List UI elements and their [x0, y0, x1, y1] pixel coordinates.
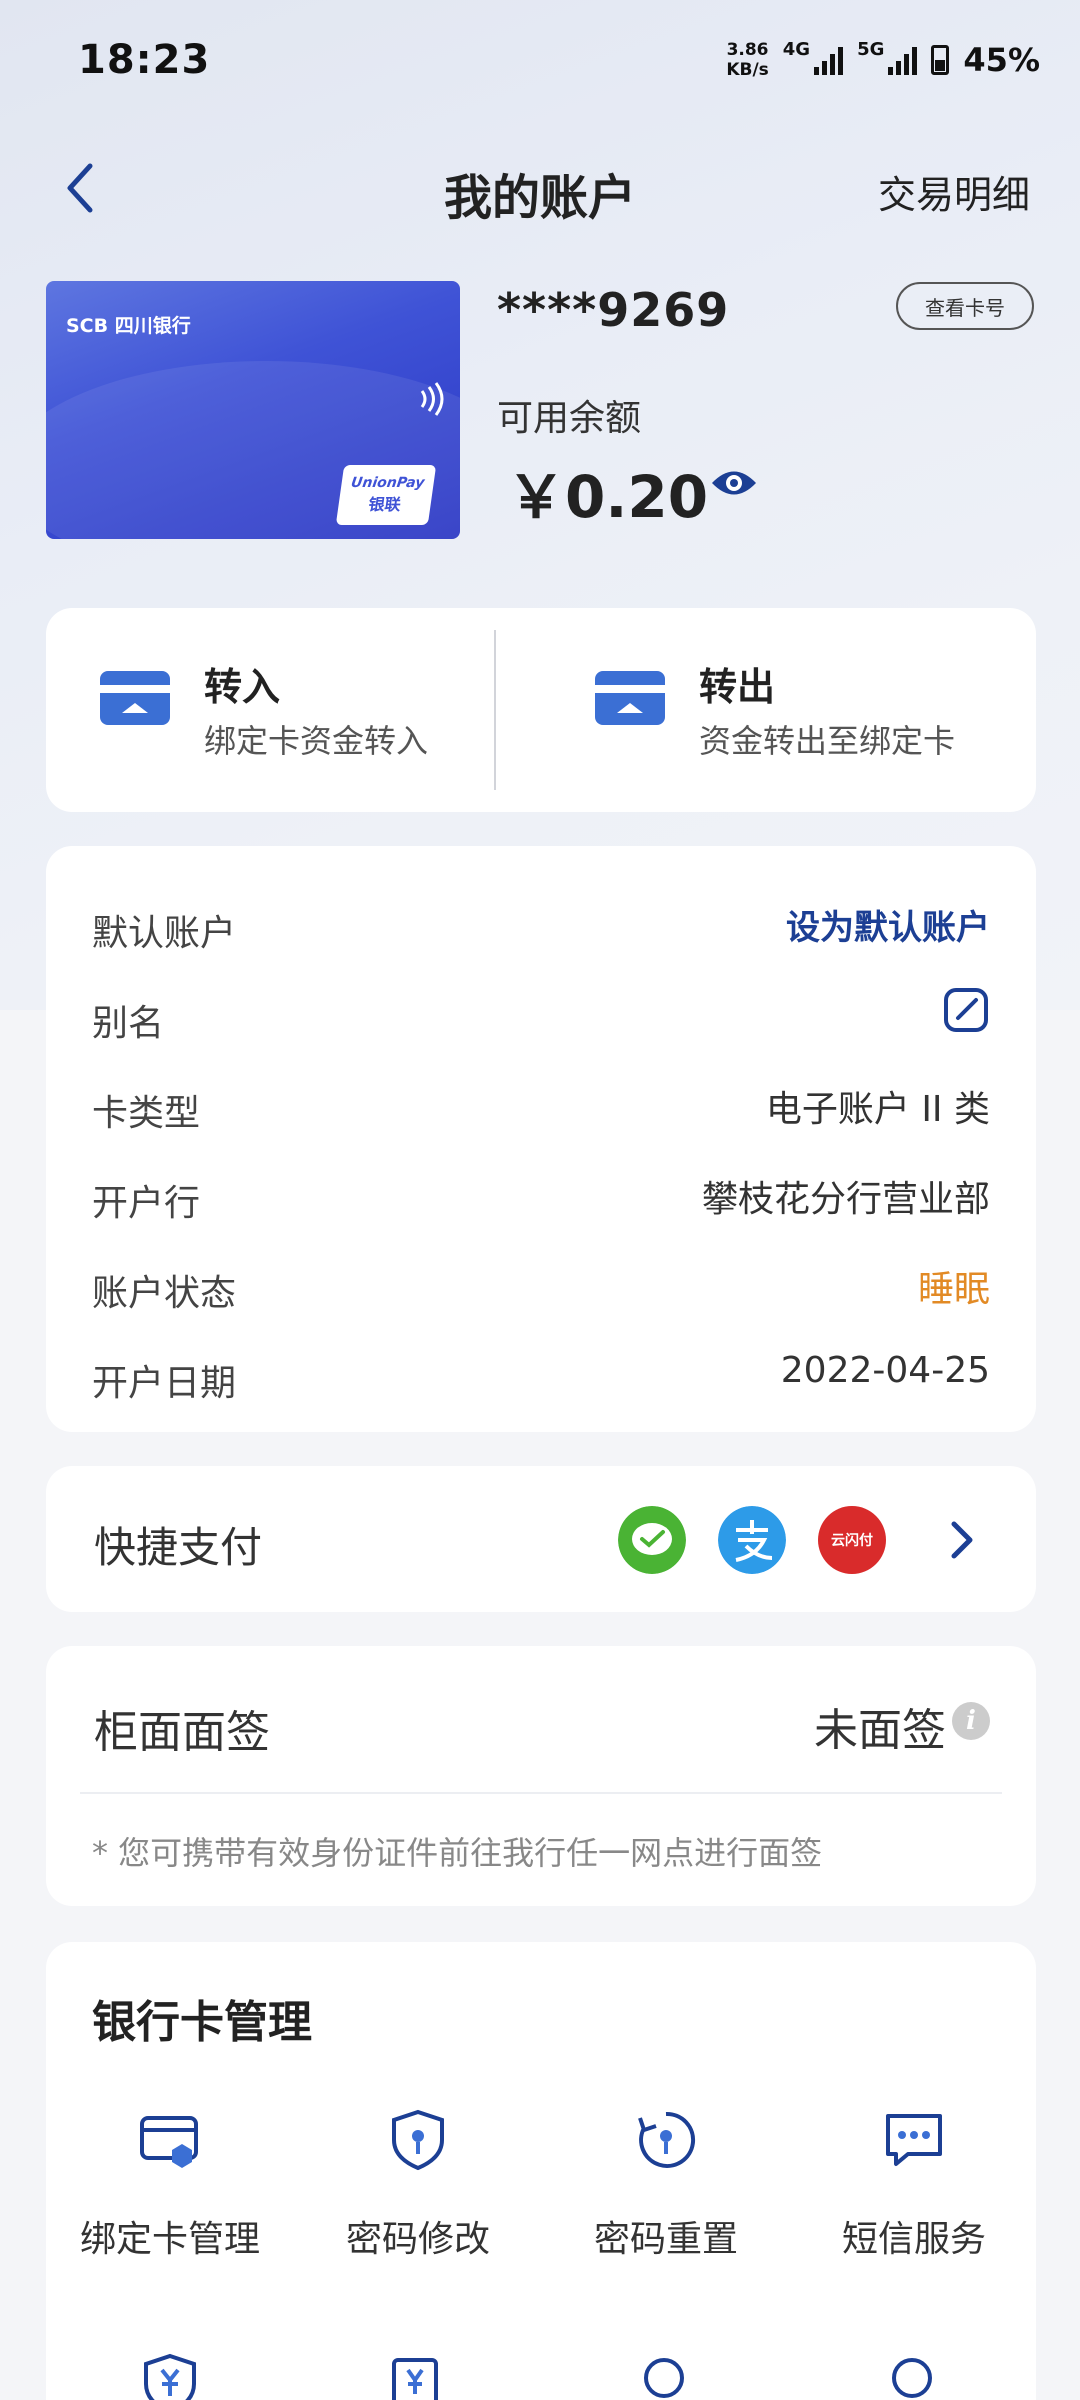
contactless-icon — [420, 382, 444, 416]
quick-pay-row[interactable]: 快捷支付 云闪付 — [46, 1466, 1036, 1612]
card-number: ****9269 — [497, 283, 730, 337]
battery-percent: 45% — [963, 41, 1040, 79]
bound-card-management-label: 绑定卡管理 — [79, 2219, 260, 2260]
bound-card-icon — [140, 2116, 198, 2168]
set-default-account-link[interactable]: 设为默认账户 — [786, 900, 990, 949]
account-info-panel: 默认账户 设为默认账户 别名 卡类型 电子账户 II 类 开户行 攀枝花分行营业… — [46, 846, 1036, 1432]
transfer-out-button[interactable]: 转出 资金转出至绑定卡 — [541, 608, 1001, 812]
message-icon — [886, 2114, 942, 2166]
search-icon — [892, 2358, 932, 2398]
status-time: 18:23 — [78, 37, 211, 83]
counter-sign-note: * 您可携带有效身份证件前往我行任一网点进行面签 — [92, 1834, 823, 1872]
sms-service-button[interactable]: 短信服务 — [790, 2108, 1038, 2262]
eye-icon — [712, 471, 756, 495]
bound-card-management-button[interactable]: 绑定卡管理 — [46, 2108, 294, 2262]
manage-item-7[interactable] — [542, 2352, 790, 2400]
sim2-label: 5G — [857, 39, 885, 60]
battery-icon — [931, 45, 950, 75]
edit-alias-button[interactable] — [942, 986, 990, 1034]
card-type-value: 电子账户 II 类 — [765, 1089, 990, 1130]
account-status-value: 睡眠 — [917, 1269, 990, 1310]
sim1-label: 4G — [782, 39, 811, 60]
edit-icon — [944, 988, 988, 1032]
open-date-label: 开户日期 — [92, 1363, 237, 1404]
status-icons: 3.86 KB/s 4G 5G 45% — [726, 39, 1040, 80]
branch-row: 开户行 攀枝花分行营业部 — [92, 1166, 990, 1226]
bank-logo: SCB 四川银行 — [66, 311, 191, 338]
alias-label: 别名 — [92, 1003, 165, 1044]
sim2-signal-icon: 5G — [857, 39, 918, 75]
card-in-icon — [100, 671, 170, 725]
account-status-row: 账户状态 睡眠 — [92, 1256, 990, 1316]
password-change-label: 密码修改 — [345, 2219, 490, 2260]
transfer-out-title: 转出 — [699, 665, 776, 709]
transfer-out-desc: 资金转出至绑定卡 — [699, 722, 956, 760]
password-reset-button[interactable]: 密码重置 — [542, 2108, 790, 2262]
shield-key-icon — [392, 2109, 444, 2171]
sms-service-label: 短信服务 — [841, 2219, 986, 2260]
sim1-signal-icon: 4G — [783, 39, 844, 75]
cloud-quickpass-icon: 云闪付 — [818, 1506, 886, 1574]
status-bar: 18:23 3.86 KB/s 4G 5G 45% — [0, 0, 1080, 120]
shield-yuan-icon — [144, 2353, 196, 2400]
balance-label: 可用余额 — [497, 398, 642, 439]
card-out-icon — [595, 671, 665, 725]
alias-row: 别名 — [92, 986, 990, 1046]
reset-key-icon — [638, 2111, 696, 2168]
info-icon[interactable]: i — [952, 1702, 990, 1740]
wechat-pay-icon — [618, 1506, 686, 1574]
chevron-right-icon — [951, 1521, 973, 1559]
toggle-balance-button[interactable] — [710, 466, 758, 500]
manage-item-6[interactable] — [294, 2352, 542, 2400]
open-date-row: 开户日期 2022-04-25 — [92, 1346, 990, 1406]
manage-item-8[interactable] — [790, 2352, 1038, 2400]
card-management-title: 银行卡管理 — [92, 1997, 312, 2048]
yuan-doc-icon — [392, 2358, 438, 2400]
network-speed-unit: KB/s — [726, 60, 769, 80]
unionpay-logo: UnionPay 银联 — [335, 465, 437, 525]
password-change-button[interactable]: 密码修改 — [294, 2108, 542, 2262]
card-management-panel: 银行卡管理 绑定卡管理 密码修改 密码重置 短信服务 — [46, 1942, 1036, 2400]
transfer-divider — [494, 630, 496, 790]
quick-pay-label: 快捷支付 — [94, 1523, 263, 1572]
transfer-in-title: 转入 — [204, 665, 281, 709]
account-status-label: 账户状态 — [92, 1273, 237, 1314]
search-icon — [644, 2358, 684, 2398]
default-account-label: 默认账户 — [92, 913, 237, 954]
branch-label: 开户行 — [92, 1183, 201, 1224]
transaction-detail-link[interactable]: 交易明细 — [878, 164, 1030, 219]
view-card-number-button[interactable]: 查看卡号 — [896, 282, 1034, 330]
open-date-value: 2022-04-25 — [780, 1350, 990, 1391]
default-account-row: 默认账户 设为默认账户 — [92, 896, 990, 956]
branch-value: 攀枝花分行营业部 — [701, 1179, 990, 1220]
bank-card-image: SCB 四川银行 UnionPay 银联 — [46, 281, 460, 539]
divider — [80, 1792, 1002, 1794]
network-speed: 3.86 KB/s — [726, 40, 768, 80]
balance-amount: ￥0.20 — [507, 463, 709, 531]
transfer-panel: 转入 绑定卡资金转入 转出 资金转出至绑定卡 — [46, 608, 1036, 812]
bank-brand-text: SCB 四川银行 — [66, 315, 191, 337]
password-reset-label: 密码重置 — [593, 2219, 738, 2260]
header: 我的账户 交易明细 — [0, 140, 1080, 236]
counter-sign-label: 柜面面签 — [94, 1707, 270, 1758]
counter-sign-panel: 柜面面签 未面签 i * 您可携带有效身份证件前往我行任一网点进行面签 — [46, 1646, 1036, 1906]
alipay-icon — [718, 1506, 786, 1574]
transfer-in-desc: 绑定卡资金转入 — [204, 722, 429, 760]
transfer-in-button[interactable]: 转入 绑定卡资金转入 — [46, 608, 506, 812]
counter-sign-status: 未面签 — [814, 1705, 946, 1756]
card-type-row: 卡类型 电子账户 II 类 — [92, 1076, 990, 1136]
manage-item-5[interactable] — [46, 2352, 294, 2400]
network-speed-value: 3.86 — [726, 40, 769, 60]
card-type-label: 卡类型 — [92, 1093, 201, 1134]
